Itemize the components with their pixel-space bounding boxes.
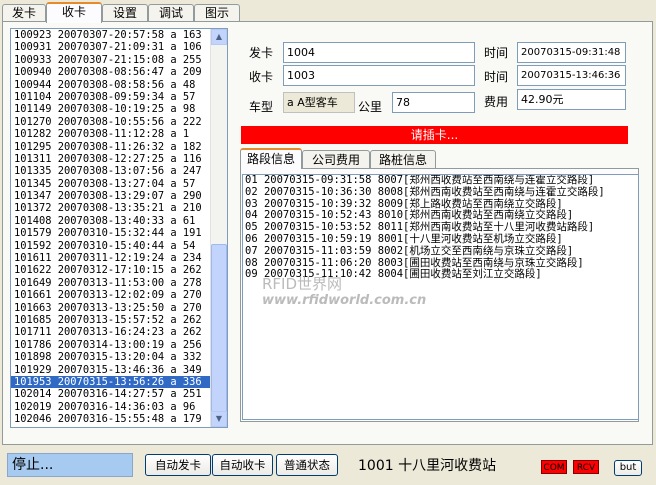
list-item[interactable]: 101786 20070314-13:00:19 a 256 (11, 339, 212, 351)
list-item[interactable]: 101408 20070308-13:40:33 a 61 (11, 215, 212, 227)
list-item[interactable]: 101372 20070308-13:35:21 a 210 (11, 202, 212, 214)
tab-diagram[interactable]: 图示 (194, 4, 240, 21)
list-item[interactable]: 100931 20070307-21:09:31 a 106 (11, 41, 212, 53)
tab-collect-card[interactable]: 收卡 (46, 2, 102, 23)
detail-tabs: 路段信息 公司费用 路桩信息 (240, 148, 639, 169)
collect-time-label: 时间 (484, 70, 509, 84)
record-list[interactable]: 100923 20070307-20:57:58 a 163 100931 200… (10, 28, 228, 428)
list-item[interactable]: 102014 20070316-14:27:57 a 251 (11, 388, 212, 400)
list-item[interactable]: 101661 20070313-12:02:09 a 270 (11, 289, 212, 301)
list-item[interactable]: 101311 20070308-12:27:25 a 116 (11, 153, 212, 165)
main-tabs: 发卡 收卡 设置 调试 图示 (2, 2, 654, 23)
tab-debug[interactable]: 调试 (148, 4, 194, 21)
vehicle-type-label: 车型 (249, 100, 274, 114)
route-item: 07 20070315-11:03:59 8002[机场立交至西南绕与京珠立交路… (245, 244, 574, 257)
list-item[interactable]: 101104 20070308-09:59:34 a 57 (11, 91, 212, 103)
list-item[interactable]: 102046 20070316-15:55:48 a 179 (11, 413, 212, 425)
watermark-url: www.rfidworld.com.cn (262, 293, 427, 308)
list-item[interactable]: 101711 20070313-16:24:23 a 262 (11, 326, 212, 338)
issue-card-label: 发卡 (249, 46, 274, 60)
insert-card-prompt: 请插卡... (241, 126, 628, 144)
list-scrollbar[interactable]: ▲ ▼ (210, 29, 227, 427)
list-item[interactable]: 101149 20070308-10:19:25 a 98 (11, 103, 212, 115)
issue-card-field[interactable]: 1004 (283, 42, 475, 63)
list-item[interactable]: 101685 20070313-15:57:52 a 262 (11, 314, 212, 326)
vehicle-type-field[interactable]: a A型客车 (283, 92, 355, 113)
list-item[interactable]: 101592 20070310-15:40:44 a 54 (11, 240, 212, 252)
tab-company-fee[interactable]: 公司费用 (302, 150, 370, 168)
tab-route-info[interactable]: 路段信息 (240, 148, 302, 169)
list-item[interactable]: 100933 20070307-21:15:08 a 255 (11, 54, 212, 66)
list-item[interactable]: 100940 20070308-08:56:47 a 209 (11, 66, 212, 78)
com-indicator: COM (541, 460, 567, 474)
list-item[interactable]: 101347 20070308-13:29:07 a 290 (11, 190, 212, 202)
km-label: 公里 (358, 100, 383, 114)
list-item[interactable]: 101898 20070315-13:20:04 a 332 (11, 351, 212, 363)
collect-time-field[interactable]: 20070315-13:46:36 (517, 65, 626, 86)
list-item[interactable]: 101663 20070313-13:25:50 a 270 (11, 302, 212, 314)
station-name: 1001 十八里河收费站 (358, 458, 497, 474)
rcv-indicator: RCV (573, 460, 599, 474)
route-item: 02 20070315-10:36:30 8008[郑州西南收费站至西南绕与连霍… (245, 185, 605, 198)
but-button[interactable]: but (614, 460, 642, 476)
issue-time-label: 时间 (484, 46, 509, 60)
list-item[interactable]: 101282 20070308-11:12:28 a 1 (11, 128, 212, 140)
issue-time-field[interactable]: 20070315-09:31:48 (517, 42, 626, 63)
list-item[interactable]: 101335 20070308-13:07:56 a 247 (11, 165, 212, 177)
list-item[interactable]: 101295 20070308-11:26:32 a 182 (11, 141, 212, 153)
list-item[interactable]: 100944 20070308-08:58:56 a 48 (11, 79, 212, 91)
collect-card-field[interactable]: 1003 (283, 65, 475, 86)
list-item[interactable]: 102019 20070316-14:36:03 a 96 (11, 401, 212, 413)
tab-settings[interactable]: 设置 (102, 4, 148, 21)
list-item[interactable]: 101345 20070308-13:27:04 a 57 (11, 178, 212, 190)
list-item[interactable]: 101929 20070315-13:46:36 a 349 (11, 364, 212, 376)
fee-field[interactable]: 42.90元 (517, 89, 626, 110)
auto-issue-button[interactable]: 自动发卡 (145, 454, 211, 476)
scroll-up-icon[interactable]: ▲ (211, 29, 227, 45)
list-item[interactable]: 100923 20070307-20:57:58 a 163 (11, 29, 212, 41)
tab-issue-card[interactable]: 发卡 (2, 4, 46, 21)
route-item: 06 20070315-10:59:19 8001[十八里河收费站至机场立交路段… (245, 232, 563, 245)
status-display: 停止... (7, 453, 133, 477)
normal-state-button[interactable]: 普通状态 (276, 454, 338, 476)
list-item[interactable]: 101649 20070313-11:53:00 a 278 (11, 277, 212, 289)
list-item[interactable]: 101579 20070310-15:32:44 a 191 (11, 227, 212, 239)
list-item[interactable]: 101953 20070315-13:56:26 a 336 (11, 375, 212, 389)
list-item[interactable]: 101611 20070311-12:19:24 a 234 (11, 252, 212, 264)
watermark-text: RFID世界网 (262, 275, 343, 293)
list-item[interactable]: 101270 20070308-10:55:56 a 222 (11, 116, 212, 128)
scroll-down-icon[interactable]: ▼ (211, 411, 227, 427)
tab-stake-info[interactable]: 路桩信息 (370, 150, 436, 168)
auto-collect-button[interactable]: 自动收卡 (212, 454, 273, 476)
km-field[interactable]: 78 (392, 92, 475, 113)
record-rows: 100923 20070307-20:57:58 a 163 100931 200… (11, 29, 212, 428)
list-item[interactable]: 102075 20070316-15:10:56 a 34 (11, 426, 212, 428)
list-item[interactable]: 101622 20070312-17:10:15 a 262 (11, 264, 212, 276)
scroll-thumb[interactable] (211, 244, 227, 419)
fee-label: 费用 (484, 95, 509, 109)
collect-card-label: 收卡 (249, 70, 274, 84)
